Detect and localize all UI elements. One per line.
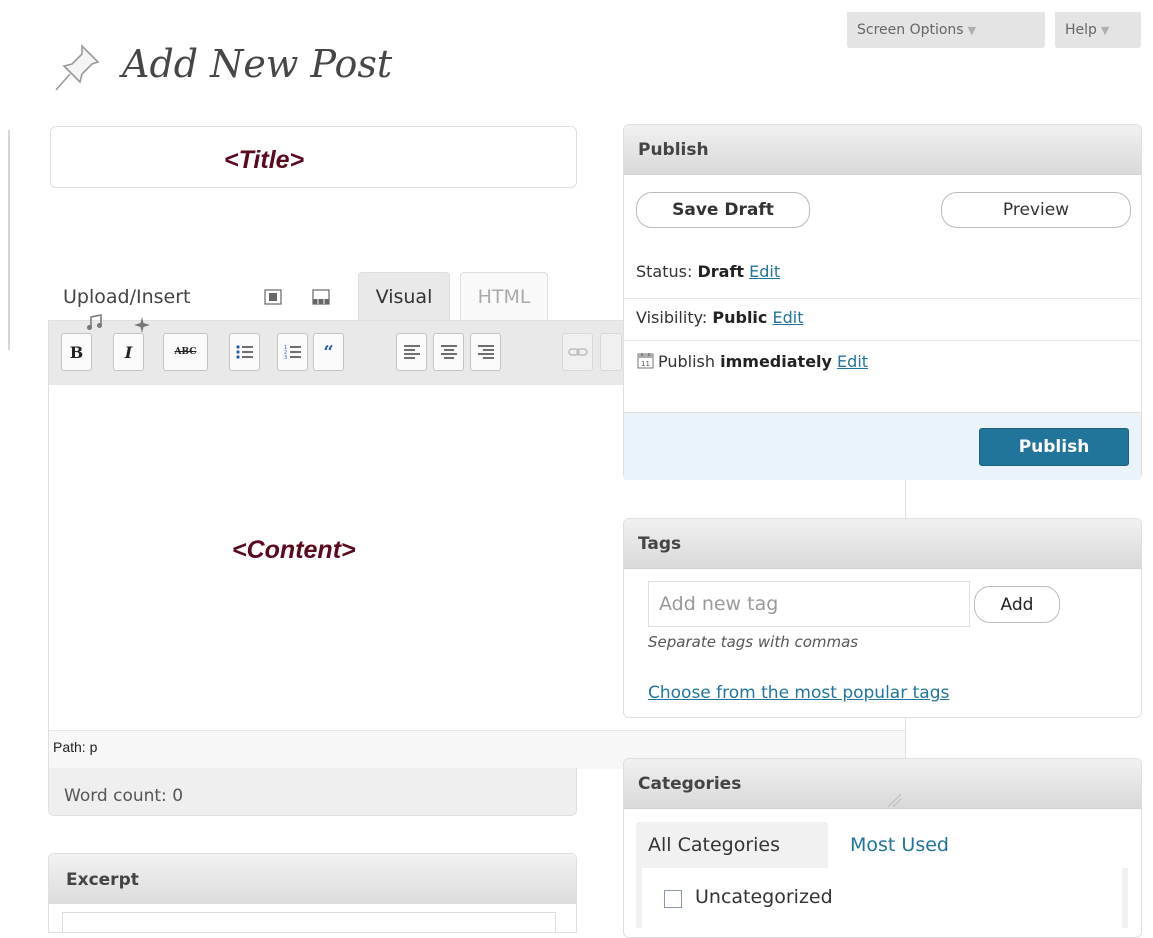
numbered-list-button[interactable]: 123 — [277, 333, 308, 371]
divider — [624, 340, 1141, 341]
svg-text:11: 11 — [641, 360, 650, 368]
align-left-icon — [403, 345, 420, 359]
svg-text:3: 3 — [284, 355, 287, 360]
italic-button[interactable]: I — [113, 333, 144, 371]
upload-insert-label: Upload/Insert — [63, 286, 191, 308]
page-title: Add New Post — [122, 42, 393, 86]
resize-grip-icon[interactable] — [884, 790, 902, 808]
visibility-value: Public — [712, 308, 768, 327]
add-tag-button[interactable]: Add — [974, 586, 1060, 623]
visibility-edit-link[interactable]: Edit — [773, 308, 804, 327]
post-title-input[interactable] — [50, 126, 577, 188]
save-draft-button[interactable]: Save Draft — [636, 192, 810, 228]
sparkle-icon — [134, 317, 150, 333]
category-checkbox[interactable] — [664, 890, 682, 908]
help-tab[interactable]: Help ▼ — [1055, 12, 1141, 48]
preview-button[interactable]: Preview — [941, 192, 1131, 228]
schedule-value: immediately — [720, 352, 832, 371]
music-note-icon — [87, 314, 102, 330]
calendar-icon: 11 — [637, 353, 654, 369]
word-count: Word count: 0 — [64, 786, 184, 806]
tab-html[interactable]: HTML — [460, 272, 548, 320]
link-icon — [567, 348, 588, 356]
tag-input[interactable]: Add new tag — [648, 581, 970, 627]
align-left-button[interactable] — [396, 333, 427, 371]
blockquote-button[interactable]: “ — [313, 333, 344, 371]
add-media-icon[interactable] — [312, 289, 330, 305]
help-arrow-icon: ▼ — [1100, 23, 1110, 37]
excerpt-title: Excerpt — [66, 870, 139, 890]
align-right-icon — [477, 345, 494, 359]
schedule-row: Publish immediately Edit — [658, 352, 868, 371]
divider — [624, 298, 1141, 299]
bulleted-list-button[interactable] — [229, 333, 260, 371]
screen-options-label: Screen Options — [857, 22, 964, 38]
screen-options-arrow-icon: ▼ — [967, 23, 977, 37]
schedule-label: Publish — [658, 352, 716, 371]
title-marker: <Title> — [224, 146, 305, 174]
align-center-button[interactable] — [433, 333, 464, 371]
content-marker: <Content> — [232, 536, 356, 564]
pushpin-icon — [55, 44, 100, 91]
tab-visual[interactable]: Visual — [358, 272, 450, 320]
add-image-icon[interactable] — [264, 289, 282, 305]
category-label: Uncategorized — [695, 886, 833, 908]
schedule-edit-link[interactable]: Edit — [837, 352, 868, 371]
tab-most-used[interactable]: Most Used — [838, 822, 961, 868]
blockquote-icon: “ — [323, 341, 334, 363]
visibility-row: Visibility: Public Edit — [636, 308, 803, 327]
screen-options-tab[interactable]: Screen Options ▼ — [847, 12, 1045, 48]
left-edge-divider — [8, 130, 10, 350]
categories-box-header[interactable]: Categories — [624, 759, 1141, 809]
status-label: Status: — [636, 262, 693, 281]
bulleted-list-icon — [235, 345, 253, 359]
align-right-button[interactable] — [470, 333, 501, 371]
help-label: Help — [1065, 22, 1097, 38]
status-row: Status: Draft Edit — [636, 262, 780, 281]
align-center-icon — [440, 345, 457, 359]
editor-path: Path: p — [53, 739, 98, 755]
tags-hint: Separate tags with commas — [648, 633, 859, 651]
bold-button[interactable]: B — [61, 333, 92, 371]
excerpt-input[interactable] — [62, 912, 556, 933]
visibility-label: Visibility: — [636, 308, 708, 327]
insert-link-button[interactable] — [562, 333, 593, 371]
tags-box-header[interactable]: Tags — [624, 519, 1141, 569]
status-value: Draft — [697, 262, 745, 281]
unlink-button[interactable] — [600, 333, 622, 371]
strikethrough-button[interactable]: ABC — [163, 333, 208, 371]
numbered-list-icon: 123 — [284, 345, 301, 360]
publish-button[interactable]: Publish — [979, 428, 1129, 466]
tab-all-categories[interactable]: All Categories — [636, 822, 828, 868]
publish-box-header[interactable]: Publish — [624, 125, 1141, 175]
status-edit-link[interactable]: Edit — [749, 262, 780, 281]
popular-tags-link[interactable]: Choose from the most popular tags — [648, 683, 949, 703]
